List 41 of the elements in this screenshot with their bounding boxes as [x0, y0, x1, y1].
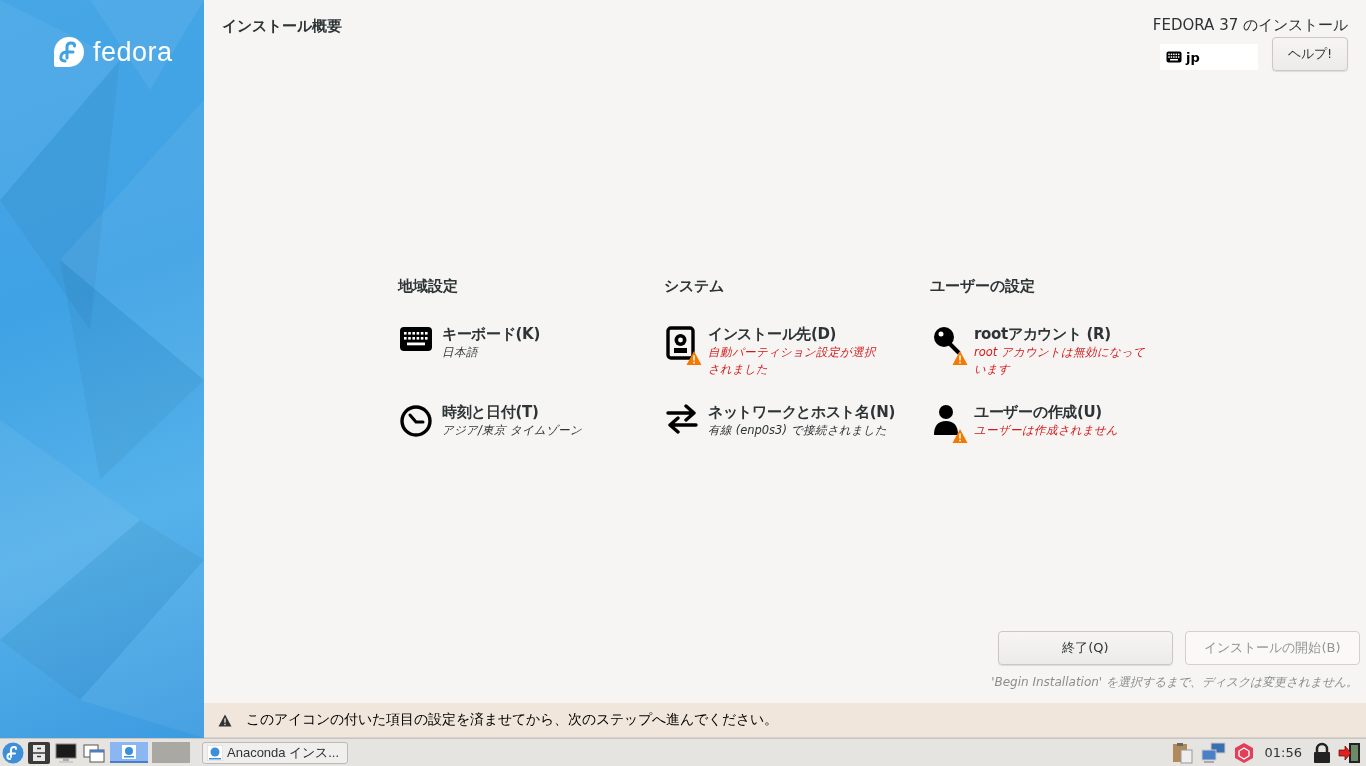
help-button[interactable]: ヘルプ! — [1272, 37, 1348, 71]
workspace-switcher[interactable] — [152, 742, 190, 763]
windows-icon[interactable] — [82, 741, 106, 764]
clock[interactable]: 01:56 — [1264, 745, 1302, 760]
taskbar-task-button[interactable]: Anaconda インス... — [202, 741, 348, 764]
product-title: FEDORA 37 のインストール — [1152, 15, 1348, 36]
spoke-title[interactable]: ネットワークとホスト名(N) — [708, 402, 896, 422]
category-heading: システム — [664, 276, 725, 296]
network-computers-icon[interactable] — [1200, 741, 1227, 764]
warning-disk-icon[interactable] — [664, 324, 700, 362]
category-heading: ユーザーの設定 — [930, 276, 1036, 296]
page-title: インストール概要 — [222, 16, 342, 37]
spoke-status: 自動パーティション設定が選択されました — [708, 344, 878, 378]
spoke-status: 有線 (enp0s3) で接続されました — [708, 422, 888, 439]
warning-message: このアイコンの付いた項目の設定を済ませてから、次のステップへ進んでください。 — [246, 711, 778, 729]
keyboard-layout-indicator[interactable]: jp — [1160, 44, 1258, 70]
workspace-switcher[interactable] — [110, 742, 148, 763]
window-thumbnail-icon — [122, 744, 136, 759]
monitor-icon[interactable] — [54, 741, 78, 764]
quit-button[interactable]: 終了(Q) — [998, 631, 1173, 665]
spoke-status: ユーザーは作成されません — [974, 422, 1118, 439]
spoke-title[interactable]: rootアカウント (R) — [974, 324, 1146, 344]
package-icon[interactable] — [1232, 741, 1255, 764]
fedora-logo-icon — [53, 36, 85, 68]
spoke-status: root アカウントは無効になっています — [974, 344, 1146, 378]
category-heading: 地域設定 — [398, 276, 459, 296]
clipboard-icon[interactable] — [1170, 741, 1195, 764]
spoke-title[interactable]: 時刻と日付(T) — [442, 402, 582, 422]
spoke-title[interactable]: ユーザーの作成(U) — [974, 402, 1118, 422]
disk-notice: 'Begin Installation' を選択するまで、ディスクは変更されません。 — [990, 674, 1359, 691]
app-icon — [207, 744, 223, 761]
spoke-status: アジア/東京 タイムゾーン — [442, 422, 582, 439]
spoke-status: 日本語 — [442, 344, 480, 361]
clock-icon[interactable] — [398, 402, 434, 440]
lock-icon[interactable] — [1312, 741, 1332, 764]
logo-text: fedora — [93, 37, 173, 67]
spoke-title[interactable]: キーボード(K) — [442, 324, 540, 344]
file-cabinet-icon[interactable] — [28, 741, 50, 764]
warning-icon — [218, 713, 232, 727]
spoke-title[interactable]: インストール先(D) — [708, 324, 880, 344]
logout-icon[interactable] — [1338, 741, 1362, 764]
